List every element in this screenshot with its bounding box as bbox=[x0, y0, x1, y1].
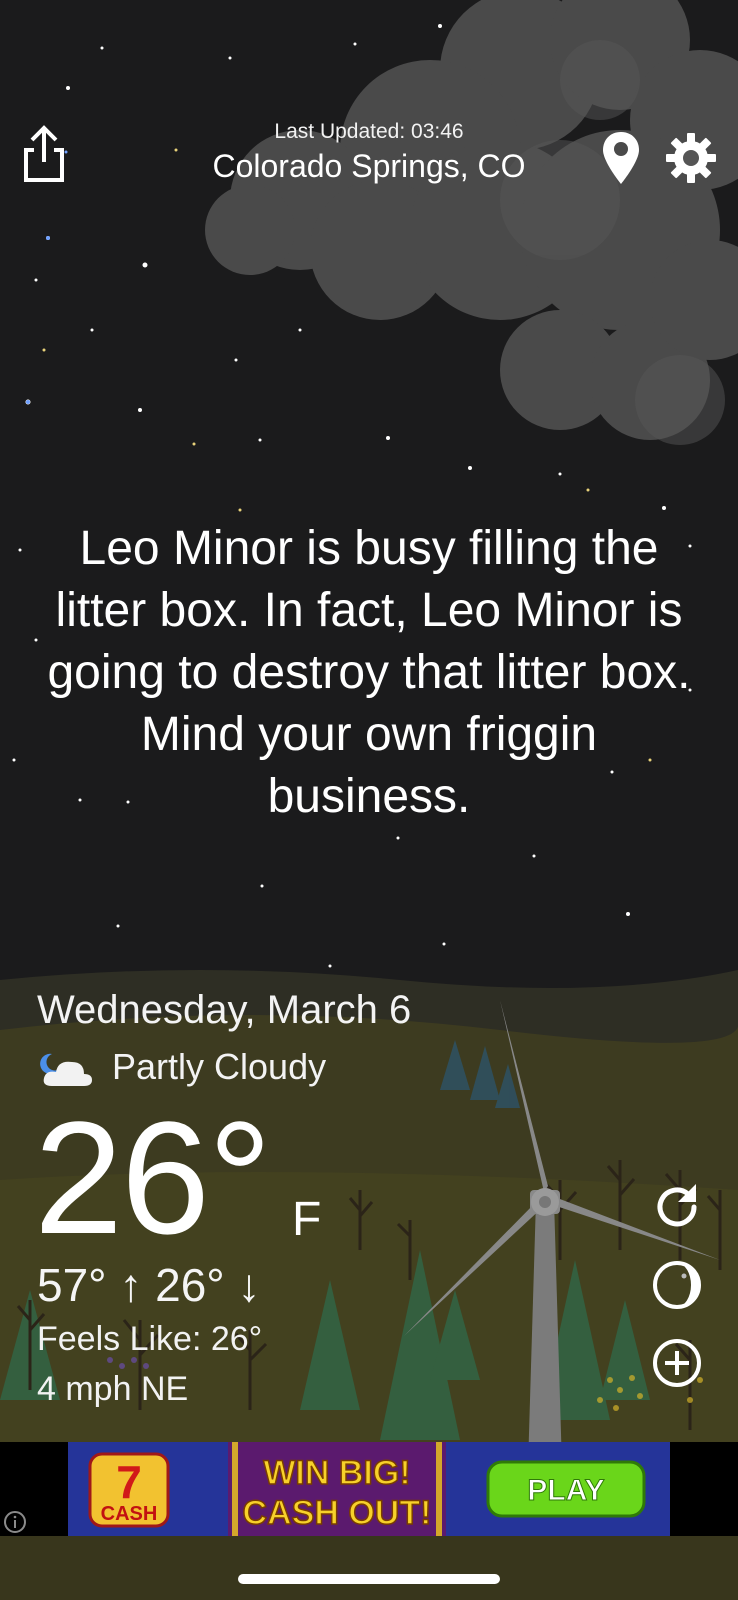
forecast-message: Leo Minor is busy filling the litter box… bbox=[47, 522, 691, 823]
moon-phase-icon bbox=[653, 1261, 701, 1309]
high-low-temperature: 57° ↑ 26° ↓ bbox=[37, 1259, 261, 1311]
feels-like-label: Feels Like: 26° bbox=[37, 1320, 263, 1358]
ad-brand-logo: 7 CASH bbox=[88, 1452, 170, 1528]
add-location-icon bbox=[653, 1339, 701, 1387]
svg-text:PLAY: PLAY bbox=[527, 1474, 604, 1507]
location-button[interactable] bbox=[601, 130, 641, 186]
ad-info-button[interactable] bbox=[3, 1510, 27, 1534]
refresh-button[interactable] bbox=[650, 1180, 704, 1234]
home-indicator[interactable] bbox=[238, 1574, 500, 1584]
date-label: Wednesday, March 6 bbox=[37, 988, 412, 1032]
temperature-unit[interactable]: F bbox=[292, 1192, 321, 1247]
top-header: Last Updated: 03:46 Colorado Springs, CO bbox=[0, 0, 738, 220]
svg-text:CASH: CASH bbox=[101, 1503, 158, 1525]
current-temperature: 26° bbox=[34, 1088, 272, 1267]
moon-phase-button[interactable] bbox=[650, 1258, 704, 1312]
refresh-icon bbox=[657, 1184, 697, 1227]
add-location-button[interactable] bbox=[650, 1336, 704, 1390]
svg-text:WIN BIG!: WIN BIG! bbox=[263, 1454, 410, 1492]
settings-button[interactable] bbox=[665, 132, 717, 184]
partly-cloudy-night-icon bbox=[38, 1050, 94, 1090]
condition-label: Partly Cloudy bbox=[112, 1046, 327, 1087]
location-pin-icon bbox=[603, 132, 639, 184]
wind-label: 4 mph NE bbox=[37, 1370, 189, 1408]
gear-icon bbox=[666, 133, 716, 183]
svg-text:CASH OUT!: CASH OUT! bbox=[243, 1494, 432, 1532]
bottom-ground-strip bbox=[0, 1536, 738, 1600]
ad-banner[interactable]: 7 CASH WIN BIG! CASH OUT! PLAY bbox=[68, 1442, 670, 1536]
svg-text:7: 7 bbox=[116, 1456, 142, 1508]
info-icon bbox=[4, 1511, 26, 1533]
